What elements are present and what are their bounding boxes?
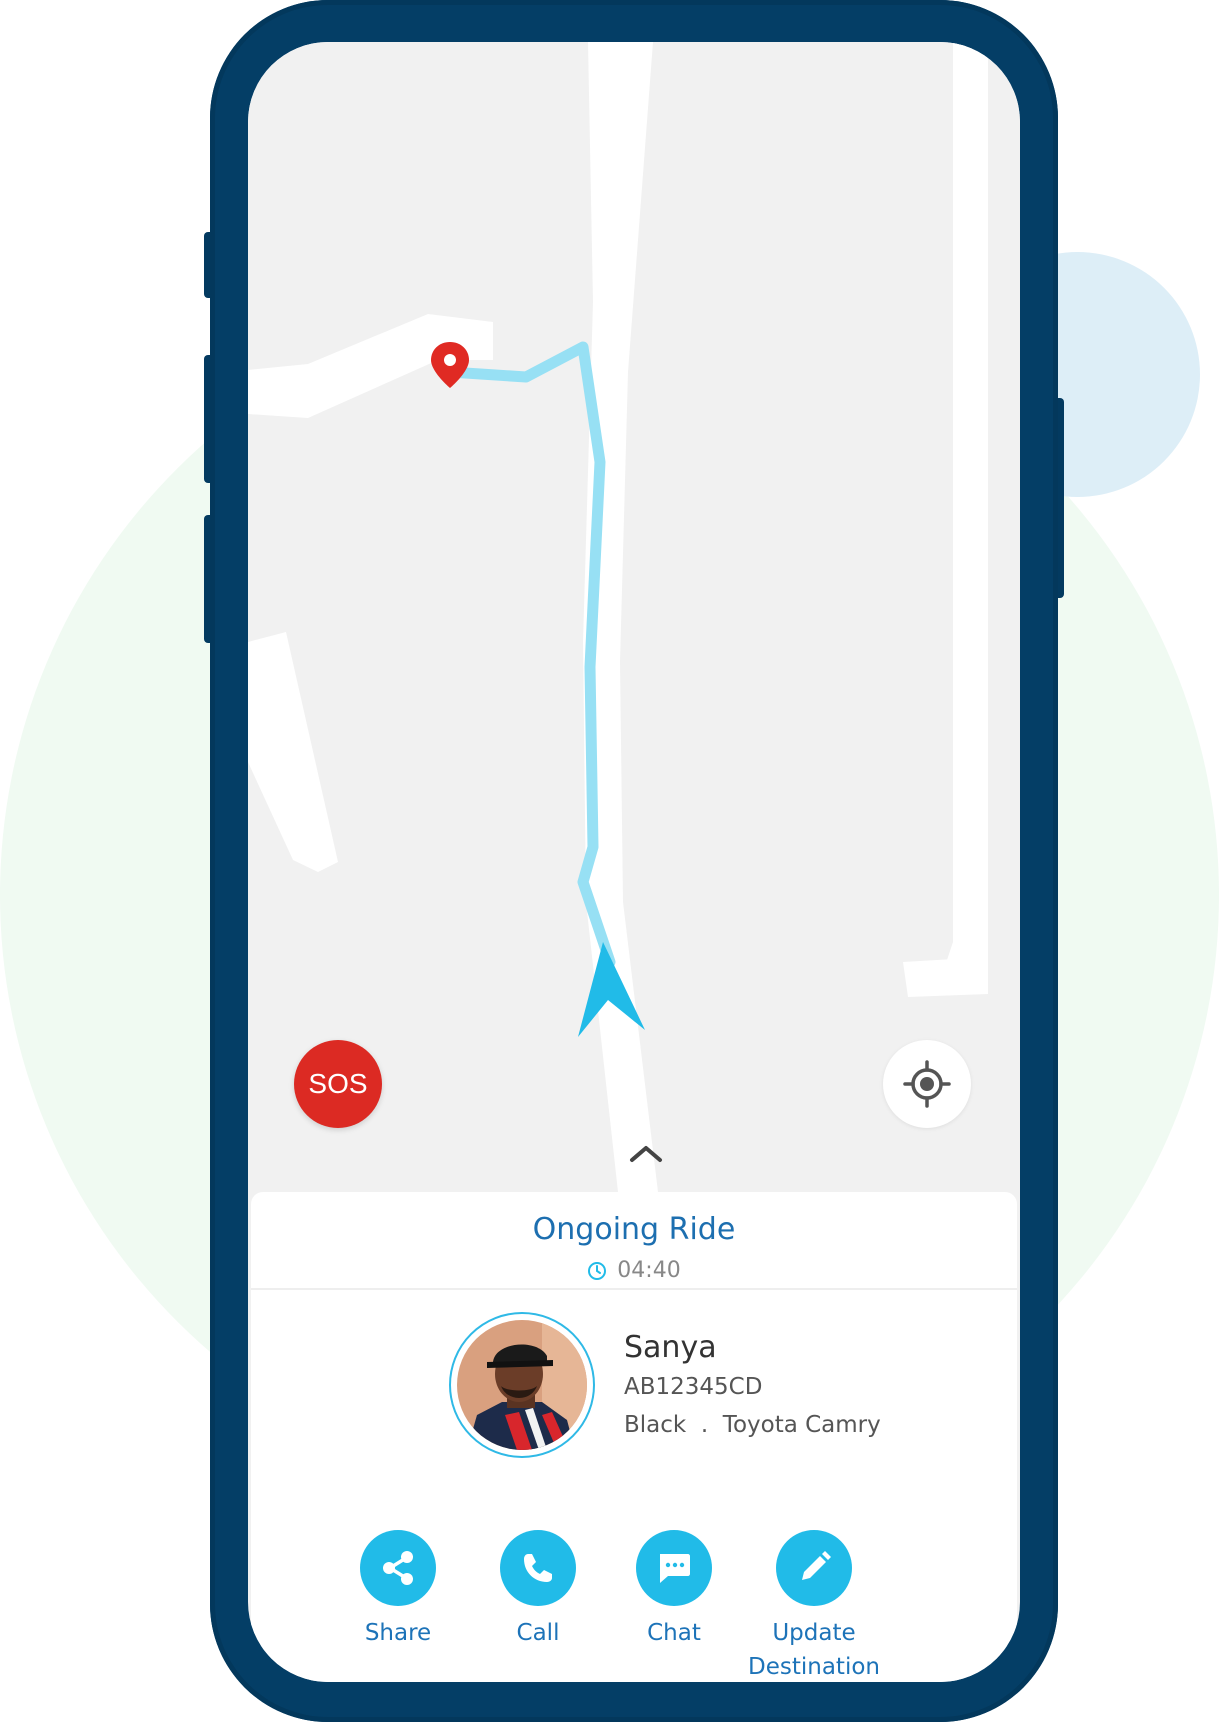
clock-icon <box>588 1261 607 1280</box>
chat-button-circle[interactable] <box>636 1530 712 1606</box>
pencil-icon <box>802 1551 831 1580</box>
vehicle-model: Toyota Camry <box>722 1412 881 1438</box>
ride-title: Ongoing Ride <box>532 1212 736 1247</box>
ride-actions: Share Call Chat Update Destination <box>251 1530 1017 1682</box>
update-destination-label: Update Destination <box>748 1620 880 1680</box>
phone-icon <box>524 1554 552 1582</box>
ride-bottom-sheet: Ongoing Ride 04:40 Sanya AB12345CD Black… <box>251 1192 1017 1682</box>
crosshair-icon <box>903 1060 951 1108</box>
share-button-circle[interactable] <box>360 1530 436 1606</box>
phone-frame: SOS Ongoing Ride 04:40 Sanya AB12345CD B… <box>210 0 1058 1722</box>
ride-header: Ongoing Ride 04:40 <box>251 1192 1017 1290</box>
vehicle-separator: . <box>700 1412 709 1438</box>
avatar <box>457 1320 587 1450</box>
ride-timer: 04:40 <box>251 1258 1017 1283</box>
ride-timer-value: 04:40 <box>617 1258 681 1283</box>
call-button-circle[interactable] <box>500 1530 576 1606</box>
sos-button[interactable]: SOS <box>294 1040 382 1128</box>
driver-vehicle: Black . Toyota Camry <box>624 1412 881 1438</box>
update-destination-button[interactable]: Update Destination <box>724 1530 904 1682</box>
my-location-button[interactable] <box>883 1040 971 1128</box>
driver-photo <box>457 1320 587 1450</box>
driver-card: Sanya AB12345CD Black . Toyota Camry <box>251 1312 1017 1462</box>
driver-name: Sanya <box>624 1330 717 1365</box>
share-icon <box>383 1551 413 1585</box>
driver-plate: AB12345CD <box>624 1374 763 1400</box>
road-east-spur <box>903 957 988 997</box>
driver-avatar-ring[interactable] <box>449 1312 595 1458</box>
update-destination-button-circle[interactable] <box>776 1530 852 1606</box>
stage: SOS Ongoing Ride 04:40 Sanya AB12345CD B… <box>0 0 1219 1728</box>
phone-screen: SOS Ongoing Ride 04:40 Sanya AB12345CD B… <box>248 42 1020 1682</box>
chat-icon <box>660 1554 690 1583</box>
map-view[interactable] <box>248 42 1020 1192</box>
vehicle-color: Black <box>624 1412 687 1438</box>
chevron-up-icon[interactable] <box>628 1142 664 1166</box>
